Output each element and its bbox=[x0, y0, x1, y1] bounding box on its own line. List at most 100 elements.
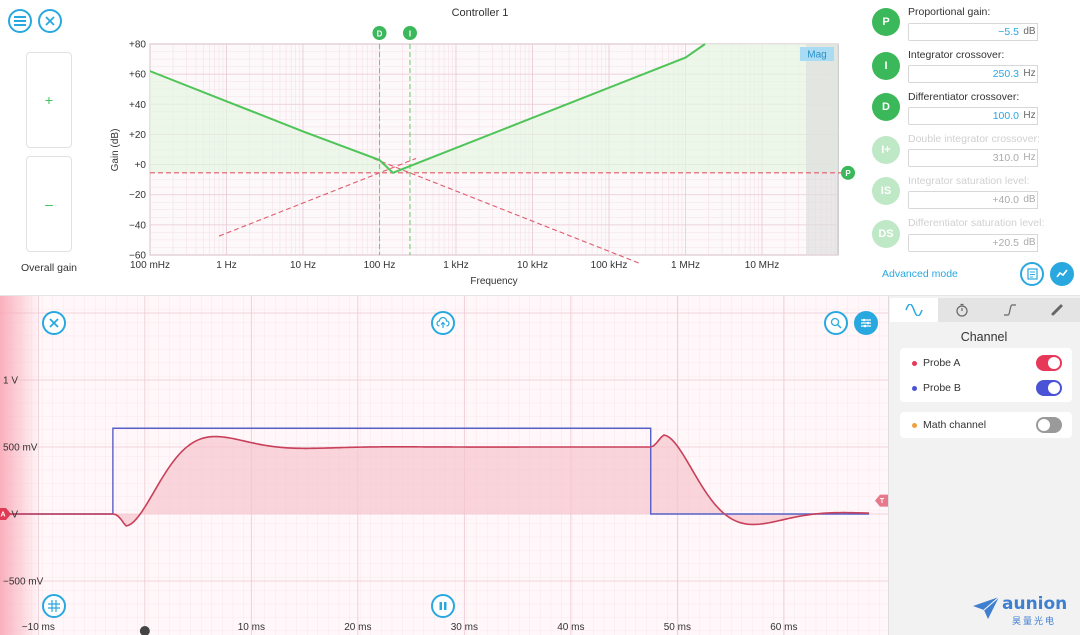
trigger-edge-icon bbox=[1004, 304, 1016, 316]
math-channel-toggle[interactable] bbox=[1036, 417, 1062, 433]
scope-x-tick-label: 10 ms bbox=[238, 622, 265, 633]
i-crossover-handle[interactable]: I bbox=[402, 26, 417, 40]
tab-trigger[interactable] bbox=[986, 298, 1034, 322]
probe-b-color-dot bbox=[912, 385, 917, 391]
scope-x-tick-label: 20 ms bbox=[344, 622, 371, 633]
differentiator-saturation-label: Differentiator saturation level: bbox=[908, 217, 1045, 229]
integrator-saturation-input[interactable]: +40.0 bbox=[908, 191, 1024, 209]
differentiator-crossover-label: Differentiator crossover: bbox=[908, 91, 1020, 103]
probe-a-label: Probe A bbox=[923, 357, 961, 369]
bode-y-tick-label: −40 bbox=[129, 220, 146, 231]
close-scope-button[interactable] bbox=[42, 311, 66, 335]
sliders-icon bbox=[861, 318, 871, 328]
p-gain-handle[interactable]: P bbox=[841, 165, 855, 180]
scope-x-tick-label: −10 ms bbox=[22, 622, 55, 633]
magnifier-icon bbox=[830, 317, 842, 329]
bode-y-tick-label: +80 bbox=[129, 40, 146, 51]
upload-button[interactable] bbox=[431, 311, 455, 335]
controller-title: Controller 1 bbox=[451, 7, 509, 19]
mag-tag-label: Mag bbox=[807, 50, 826, 61]
p-badge[interactable]: P bbox=[872, 8, 900, 36]
integrator-saturation-badge[interactable]: IS bbox=[872, 177, 900, 205]
scope-settings-button[interactable] bbox=[854, 311, 878, 335]
sine-icon bbox=[905, 304, 923, 316]
pause-button[interactable] bbox=[431, 594, 455, 618]
scope-x-tick-label: 60 ms bbox=[770, 622, 797, 633]
differentiator-crossover-input[interactable]: 100.0 bbox=[908, 107, 1024, 125]
differentiator-saturation-badge[interactable]: DS bbox=[872, 220, 900, 248]
scope-y-tick-label: −500 mV bbox=[3, 577, 44, 588]
brand-logo: aunion 昊量光电 bbox=[972, 594, 1072, 628]
scope-x-tick-label: 30 ms bbox=[451, 622, 478, 633]
channel-panel-title: Channel bbox=[960, 330, 1008, 344]
tab-timebase[interactable] bbox=[938, 298, 986, 322]
bode-x-tick-label: 1 kHz bbox=[443, 260, 469, 271]
integrator-saturation-unit: dB bbox=[1022, 191, 1038, 209]
math-channel-color-dot bbox=[912, 422, 917, 428]
integrator-crossover-label: Integrator crossover: bbox=[908, 49, 1005, 61]
i-badge[interactable]: I bbox=[872, 52, 900, 80]
tab-waveform[interactable] bbox=[890, 298, 938, 322]
bode-y-tick-label: +20 bbox=[129, 130, 146, 141]
differentiator-crossover-unit: Hz bbox=[1022, 107, 1038, 125]
double-integrator-badge[interactable]: I+ bbox=[872, 136, 900, 164]
channel-a-marker-label: A bbox=[0, 512, 5, 519]
probe-b-row[interactable]: Probe B bbox=[902, 376, 1072, 400]
double-integrator-unit: Hz bbox=[1022, 149, 1038, 167]
proportional-gain-unit: dB bbox=[1022, 23, 1038, 41]
p-handle-label: P bbox=[845, 169, 851, 178]
tab-measure[interactable] bbox=[1034, 298, 1080, 322]
bode-y-axis-label: Gain (dB) bbox=[110, 129, 121, 172]
differentiator-saturation-unit: dB bbox=[1022, 234, 1038, 252]
bode-view-button[interactable] bbox=[1050, 262, 1074, 286]
probe-b-label: Probe B bbox=[923, 382, 961, 394]
scope-y-tick-label: 500 mV bbox=[3, 443, 38, 454]
bode-y-tick-label: +60 bbox=[129, 70, 146, 81]
bode-y-tick-label: +0 bbox=[135, 160, 147, 171]
notes-button[interactable] bbox=[1020, 262, 1044, 286]
math-channel-label: Math channel bbox=[923, 419, 987, 431]
integrator-crossover-input[interactable]: 250.3 bbox=[908, 65, 1024, 83]
i-handle-label: I bbox=[409, 30, 411, 39]
scope-x-tick-label: 40 ms bbox=[557, 622, 584, 633]
bode-x-tick-label: 100 Hz bbox=[364, 260, 396, 271]
close-icon bbox=[49, 318, 59, 328]
advanced-mode-link[interactable]: Advanced mode bbox=[882, 268, 958, 280]
bode-x-tick-label: 10 Hz bbox=[290, 260, 316, 271]
stopwatch-icon bbox=[956, 303, 968, 317]
bode-y-tick-label: +40 bbox=[129, 100, 146, 111]
pause-icon bbox=[439, 602, 447, 610]
bode-x-tick-label: 10 kHz bbox=[517, 260, 548, 271]
paper-plane-icon bbox=[973, 596, 1000, 619]
cloud-upload-icon bbox=[436, 317, 450, 328]
trigger-marker-label: T bbox=[880, 498, 885, 505]
probe-a-row[interactable]: Probe A bbox=[902, 351, 1072, 375]
double-integrator-input[interactable]: 310.0 bbox=[908, 149, 1024, 167]
ruler-icon bbox=[1051, 304, 1063, 316]
trend-icon bbox=[1056, 269, 1068, 278]
scope-x-tick-label: 50 ms bbox=[664, 622, 691, 633]
bode-x-tick-label: 100 kHz bbox=[591, 260, 628, 271]
grid-icon bbox=[48, 600, 60, 612]
grid-toggle-button[interactable] bbox=[42, 594, 66, 618]
proportional-gain-input[interactable]: −5.5 bbox=[908, 23, 1024, 41]
bode-y-tick-label: −20 bbox=[129, 190, 146, 201]
bode-x-tick-label: 1 Hz bbox=[216, 260, 237, 271]
rolloff-region bbox=[806, 44, 838, 255]
oscilloscope-plot[interactable]: 1 V500 mV0 V−500 mV −10 ms 10 ms 20 ms 30 m… bbox=[0, 296, 888, 635]
math-channel-row[interactable]: Math channel bbox=[902, 413, 1072, 437]
probe-a-toggle[interactable] bbox=[1036, 355, 1062, 371]
bode-x-tick-label: 100 mHz bbox=[130, 260, 170, 271]
probe-a-color-dot bbox=[912, 360, 917, 366]
zoom-button[interactable] bbox=[824, 311, 848, 335]
bode-x-tick-label: 1 MHz bbox=[671, 260, 700, 271]
probe-b-toggle[interactable] bbox=[1036, 380, 1062, 396]
differentiator-saturation-input[interactable]: +20.5 bbox=[908, 234, 1024, 252]
d-crossover-handle[interactable]: D bbox=[372, 26, 387, 40]
document-icon bbox=[1026, 268, 1038, 280]
proportional-gain-label: Proportional gain: bbox=[908, 6, 991, 18]
double-integrator-label: Double integrator crossover: bbox=[908, 133, 1040, 145]
scope-y-tick-label: 1 V bbox=[3, 376, 18, 387]
d-badge[interactable]: D bbox=[872, 93, 900, 121]
bode-plot[interactable]: +80+60+40+20+0−20−40−60 100 mHz 1 Hz 10 Hz… bbox=[0, 22, 860, 292]
